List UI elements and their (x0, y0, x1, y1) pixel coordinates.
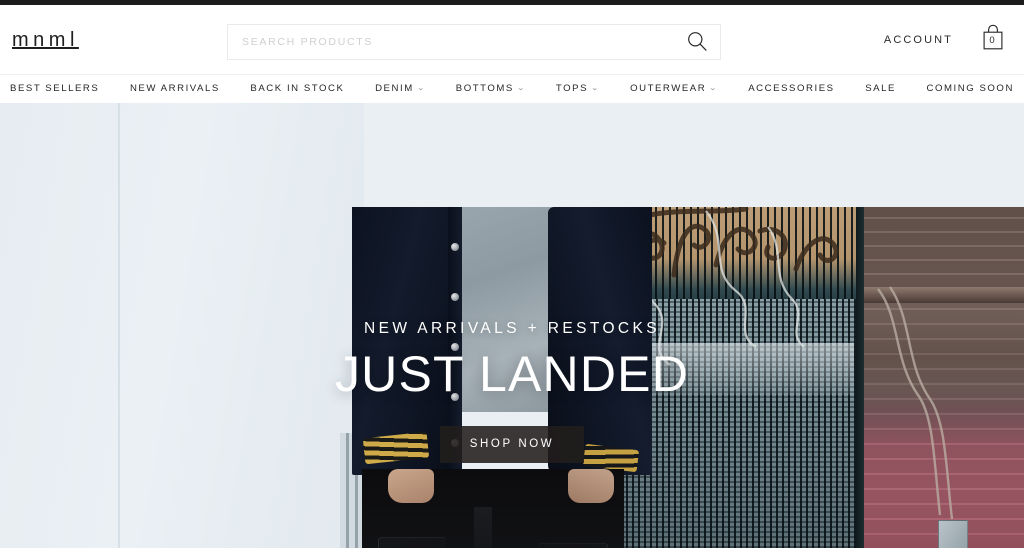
hero-banner[interactable]: NEW ARRIVALS + RESTOCKS JUST LANDED SHOP… (0, 103, 1024, 548)
search-input[interactable] (228, 25, 674, 59)
nav-label: BACK IN STOCK (250, 83, 345, 95)
brand-logo[interactable]: mnml (12, 30, 79, 50)
nav-item-denim[interactable]: DENIM ⌄ (375, 84, 425, 94)
nav-label: TOPS (555, 83, 589, 95)
search-submit-button[interactable] (674, 25, 720, 59)
jacket-snap (451, 393, 459, 401)
nav-label: ACCESSORIES (748, 83, 835, 95)
cart-count: 0 (989, 34, 995, 46)
conduit-cables (877, 286, 954, 520)
chevron-down-icon: ⌄ (590, 84, 601, 92)
site-header: mnml ACCOUNT 0 (0, 5, 1024, 74)
hand-right (568, 469, 614, 503)
search-bar[interactable] (227, 24, 721, 60)
jacket-snap (451, 343, 459, 351)
hand-left (388, 469, 434, 503)
page-root: mnml ACCOUNT 0 (0, 0, 1024, 548)
pants-inseam (474, 507, 492, 548)
nav-label: COMING SOON (926, 83, 1014, 95)
jacket-snap (451, 243, 459, 251)
main-navigation: BEST SELLERS NEW ARRIVALS BACK IN STOCK … (0, 74, 1024, 103)
nav-item-tops[interactable]: TOPS ⌄ (556, 84, 600, 94)
shop-now-button[interactable]: SHOP NOW (439, 425, 585, 463)
nav-label: OUTERWEAR (630, 83, 707, 95)
nav-label: DENIM (375, 83, 414, 95)
search-icon (686, 30, 708, 55)
cargo-pocket-left (378, 537, 446, 548)
wall-seam (118, 103, 120, 548)
nav-item-new-arrivals[interactable]: NEW ARRIVALS (130, 84, 220, 94)
nav-label: BEST SELLERS (10, 83, 100, 95)
nav-label: NEW ARRIVALS (129, 83, 220, 95)
cart-button[interactable]: 0 (981, 23, 1011, 57)
wall-left (0, 103, 364, 548)
chevron-down-icon: ⌄ (708, 84, 719, 92)
nav-label: SALE (865, 83, 896, 95)
cargo-pocket-right (538, 543, 608, 548)
nav-item-best-sellers[interactable]: BEST SELLERS (10, 84, 99, 94)
chevron-down-icon: ⌄ (516, 84, 527, 92)
nav-item-outerwear[interactable]: OUTERWEAR ⌄ (630, 84, 718, 94)
gray-tee (446, 207, 558, 412)
nav-item-back-in-stock[interactable]: BACK IN STOCK (250, 84, 344, 94)
electrical-box (938, 520, 968, 548)
nav-item-accessories[interactable]: ACCESSORIES (748, 84, 834, 94)
jacket-snap (451, 293, 459, 301)
nav-item-coming-soon[interactable]: COMING SOON (927, 84, 1014, 94)
model-figure (352, 207, 652, 548)
nav-item-sale[interactable]: SALE (865, 84, 896, 94)
nav-item-bottoms[interactable]: BOTTOMS ⌄ (456, 84, 526, 94)
nav-label: BOTTOMS (455, 83, 514, 95)
chevron-down-icon: ⌄ (416, 84, 427, 92)
account-link[interactable]: ACCOUNT (884, 34, 953, 46)
